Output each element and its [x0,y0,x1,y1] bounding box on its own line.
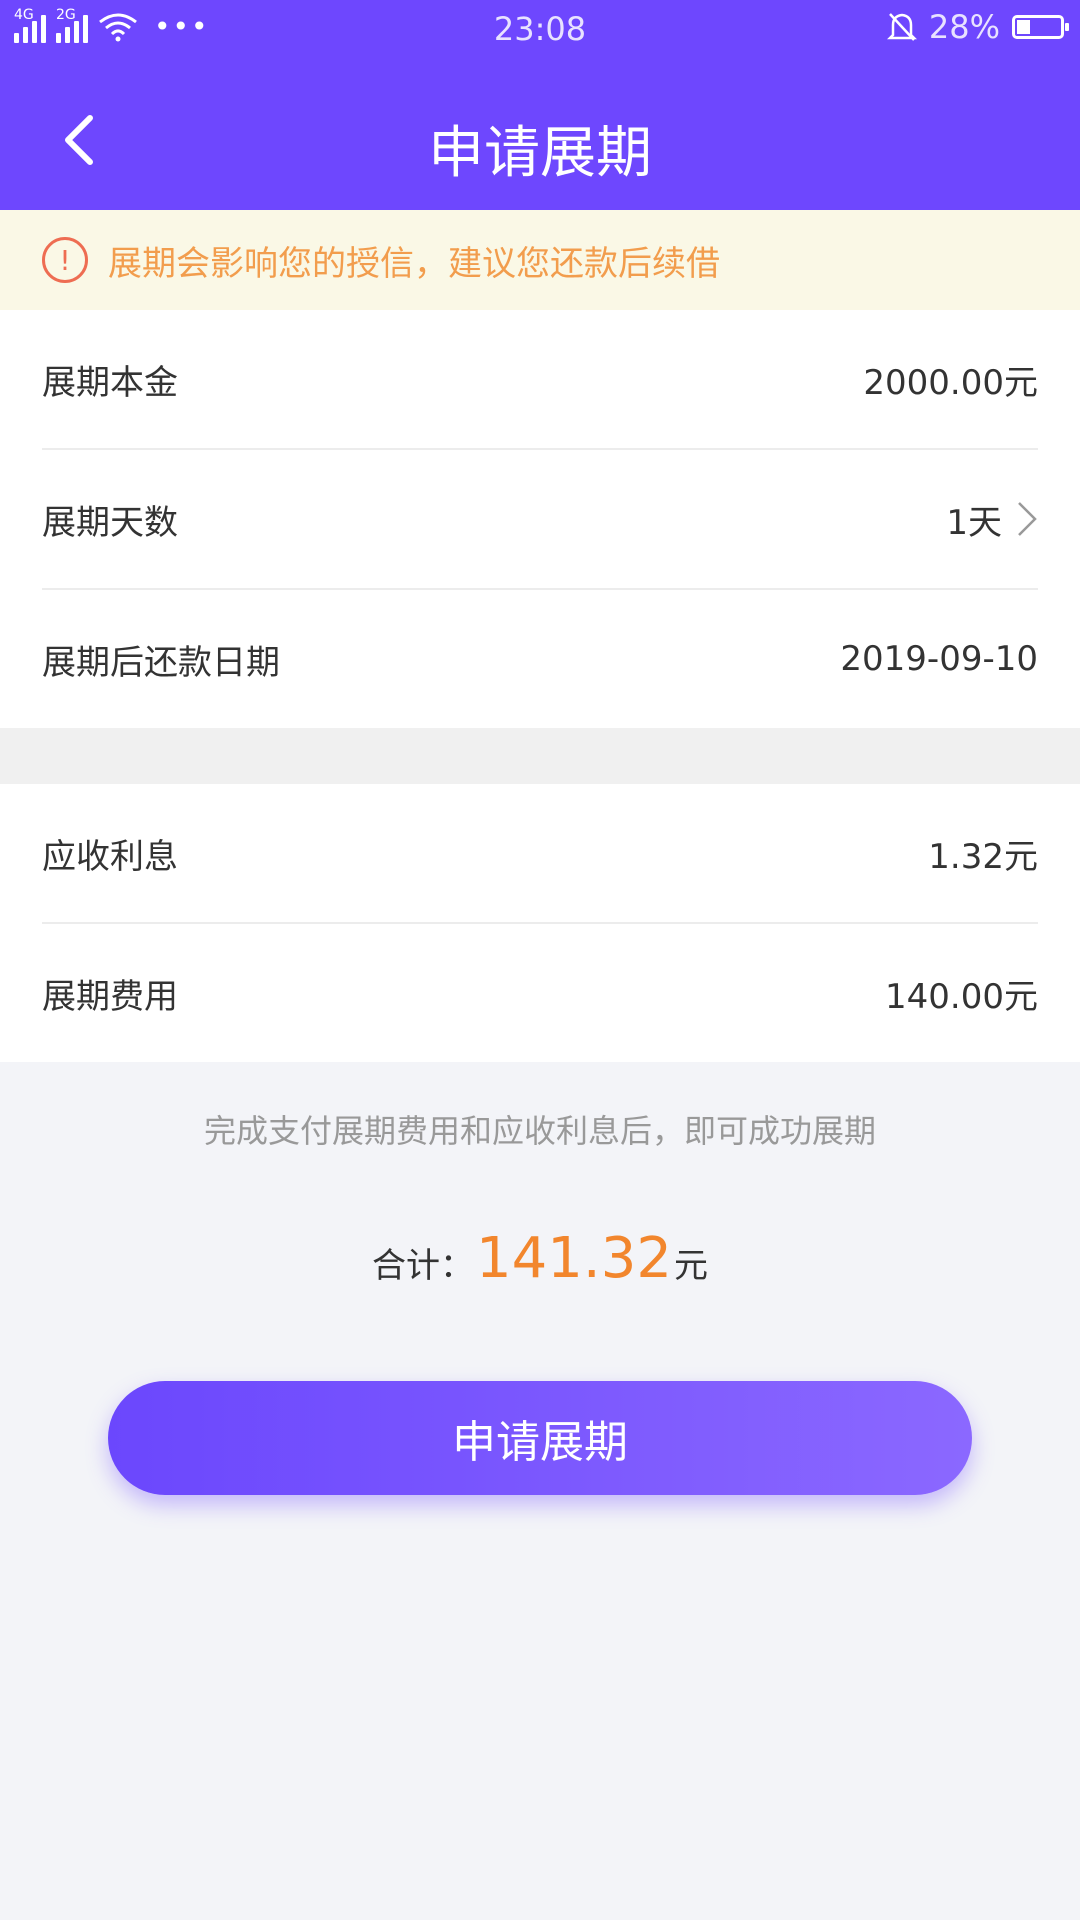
days-label: 展期天数 [42,502,178,543]
notice-banner: ! 展期会影响您的授信，建议您还款后续借 [0,210,1080,310]
page-title: 申请展期 [428,121,652,186]
interest-value: 1.32元 [928,836,1038,877]
total-line: 合计：141.32元 [0,1226,1080,1291]
days-value-wrap: 1天 [946,495,1038,544]
bell-muted-icon [886,13,917,41]
total-label: 合计： [372,1246,475,1286]
fee-value: 140.00元 [885,976,1038,1017]
principal-label: 展期本金 [42,362,178,403]
hint-text: 完成支付展期费用和应收利息后，即可成功展期 [203,1112,876,1150]
status-bar: 4G 2G ••• 23:08 28% [0,0,1080,58]
fee-details: 应收利息 1.32元 展期费用 140.00元 [0,784,1080,1062]
days-value: 1天 [946,502,1002,543]
status-right: 28% [886,8,1069,46]
fee-row: 展期费用 140.00元 [42,924,1038,1062]
interest-row: 应收利息 1.32元 [42,784,1038,924]
chevron-right-icon [1018,502,1037,536]
apply-extension-button[interactable]: 申请展期 [108,1381,972,1495]
repay-date-row: 展期后还款日期 2019-09-10 [42,590,1038,728]
battery-percent: 28% [928,8,1000,46]
repay-date-value: 2019-09-10 [840,639,1038,679]
app-header: 4G 2G ••• 23:08 28% 申请展期 [0,0,1080,210]
principal-value: 2000.00元 [863,362,1038,403]
exclamation-circle-icon: ! [42,237,88,283]
total-amount: 141.32 [476,1226,672,1291]
interest-label: 应收利息 [42,836,178,877]
fee-label: 展期费用 [42,976,178,1017]
repay-date-label: 展期后还款日期 [42,642,280,683]
principal-row: 展期本金 2000.00元 [42,310,1038,450]
notice-text: 展期会影响您的授信，建议您还款后续借 [108,243,720,284]
extension-details: 展期本金 2000.00元 展期天数 1天 展期后还款日期 2019-09-10 [0,310,1080,728]
battery-icon [1012,15,1069,39]
section-divider [0,728,1080,784]
days-row[interactable]: 展期天数 1天 [42,450,1038,590]
total-unit: 元 [673,1246,708,1286]
